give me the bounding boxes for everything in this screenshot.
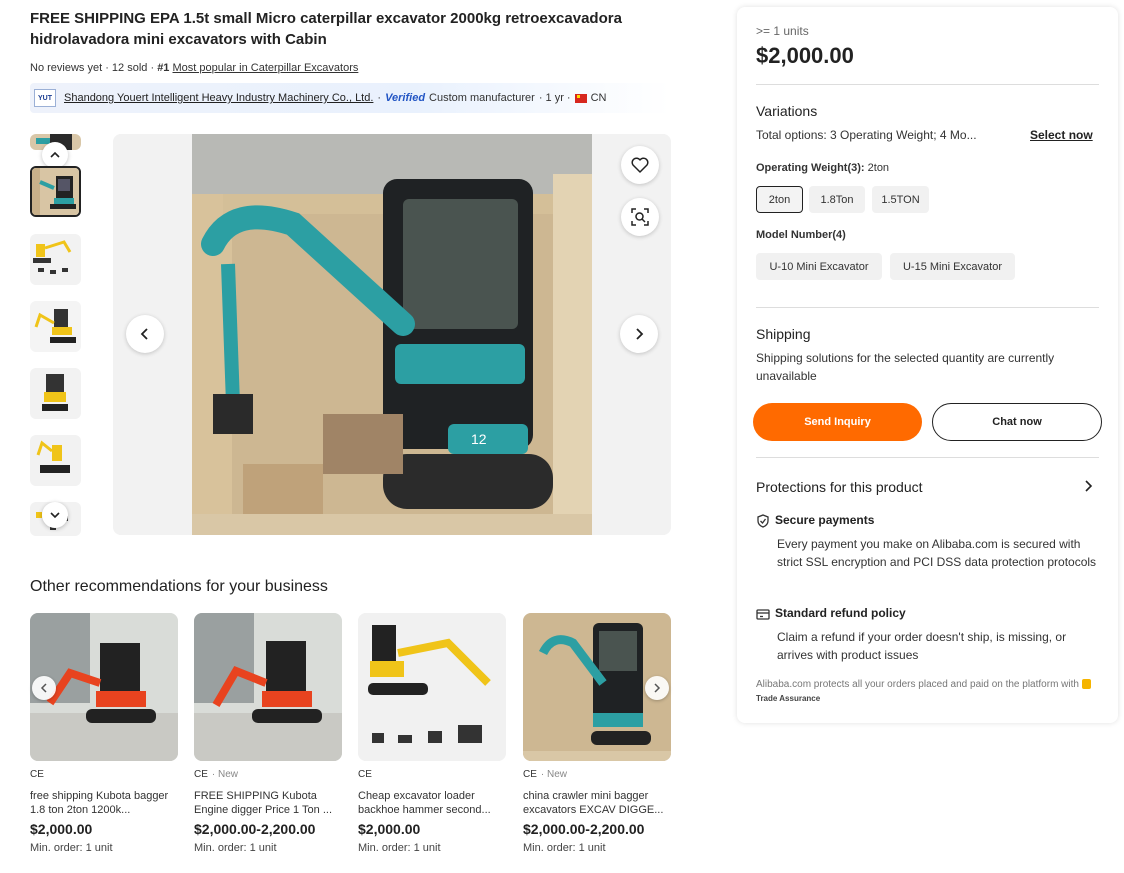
recommendation-card[interactable]: CE free shipping Kubota bagger 1.8 ton 2… [30,613,178,854]
card-price: $2,000.00-2,200.00 [523,821,645,837]
excavator-photo: 12 [113,134,671,535]
new-badge: · New [540,769,568,780]
card-min-order: Min. order: 1 unit [358,842,441,854]
weight-option-1-8ton[interactable]: 1.8Ton [809,186,865,213]
carousel-next-button[interactable] [645,676,669,700]
divider [756,457,1099,458]
rank-badge: #1 [157,62,170,74]
thumbnail-4[interactable] [30,368,81,419]
supplier-country: CN [590,92,607,104]
chevron-left-icon [140,328,148,340]
recommendation-card[interactable]: CE · New FREE SHIPPING Kubota Engine digg… [194,613,342,854]
secure-payments-title: Secure payments [775,513,875,527]
image-search-button[interactable] [621,198,659,236]
purchase-panel: >= 1 units $2,000.00 Variations Total op… [737,7,1118,723]
recommendation-card[interactable]: CE · New china crawler mini bagger excava… [523,613,671,854]
trade-assurance-note: Alibaba.com protects all your orders pla… [756,678,1096,706]
secure-payments-text: Every payment you make on Alibaba.com is… [777,537,1097,569]
svg-text:12: 12 [471,431,487,447]
image-next-button[interactable] [620,315,658,353]
units-label: >= 1 units [756,24,809,38]
favorite-button[interactable] [621,146,659,184]
reviews-text: No reviews yet [30,62,103,74]
shield-icon [757,514,769,528]
refund-policy-text: Claim a refund if your order doesn't shi… [777,630,1067,662]
weight-label-row: Operating Weight(3): 2ton [756,162,889,174]
thumbnail-1[interactable] [30,166,81,217]
card-min-order: Min. order: 1 unit [30,842,113,854]
thumbnail-2[interactable] [30,234,81,285]
recommendation-card[interactable]: CE Cheap excavator loader backhoe hammer… [358,613,506,854]
thumbnail-strip [30,134,82,536]
ce-mark: CE [194,769,208,780]
refund-policy-title: Standard refund policy [775,606,906,620]
card-price: $2,000.00-2,200.00 [194,821,316,837]
chevron-left-icon [40,683,47,693]
ce-mark: CE [523,769,537,780]
card-price: $2,000.00 [358,821,421,837]
thumbnail-up-button[interactable] [42,142,68,168]
product-meta: No reviews yet · 12 sold · #1 Most popul… [30,62,358,74]
supplier-years: · 1 yr · [538,92,571,104]
price: $2,000.00 [756,43,854,68]
trade-assurance-label: Trade Assurance [756,694,821,703]
carousel-prev-button[interactable] [32,676,56,700]
divider [756,84,1099,85]
card-min-order: Min. order: 1 unit [523,842,606,854]
total-options: Total options: 3 Operating Weight; 4 Mo.… [756,128,977,142]
select-now-link[interactable]: Select now [1030,128,1093,142]
new-badge: · New [211,769,239,780]
card-title[interactable]: Cheap excavator loader backhoe hammer se… [358,789,506,817]
image-search-icon [631,208,649,226]
weight-option-2ton[interactable]: 2ton [756,186,803,213]
card-price: $2,000.00 [30,821,93,837]
image-prev-button[interactable] [126,315,164,353]
chevron-right-icon [636,328,644,340]
card-title[interactable]: FREE SHIPPING Kubota Engine digger Price… [194,789,342,817]
refund-icon [756,609,770,620]
heart-icon [631,157,649,173]
ce-mark: CE [30,769,44,780]
model-label: Model Number(4) [756,229,846,241]
separator: · [377,92,382,104]
card-title[interactable]: china crawler mini bagger excavators EXC… [523,789,671,817]
trade-assurance-text: Alibaba.com protects all your orders pla… [756,679,1079,690]
supplier-name-link[interactable]: Shandong Youert Intelligent Heavy Indust… [64,92,373,104]
verified-badge[interactable]: Verified [385,92,425,104]
product-title: FREE SHIPPING EPA 1.5t small Micro cater… [30,10,622,48]
chevron-down-icon [50,512,60,519]
trade-assurance-icon [1081,679,1091,690]
supplier-type: Custom manufacturer [429,92,535,104]
supplier-bar: YUT Shandong Youert Intelligent Heavy In… [30,83,670,113]
card-min-order: Min. order: 1 unit [194,842,277,854]
protections-title[interactable]: Protections for this product [756,479,923,495]
sold-count: · 12 sold · [105,62,155,74]
ce-mark: CE [358,769,372,780]
weight-selected: 2ton [867,162,890,174]
model-option-u10[interactable]: U-10 Mini Excavator [756,253,882,280]
card-title[interactable]: free shipping Kubota bagger 1.8 ton 2ton… [30,789,178,817]
variations-title: Variations [756,103,818,119]
china-flag-icon [574,93,587,103]
chevron-up-icon [50,151,60,158]
send-inquiry-button[interactable]: Send Inquiry [753,403,922,441]
card-image[interactable] [358,613,506,761]
shipping-title: Shipping [756,326,811,342]
weight-option-1-5ton[interactable]: 1.5TON [872,186,929,213]
divider [756,307,1099,308]
card-image[interactable] [194,613,342,761]
model-option-u15[interactable]: U-15 Mini Excavator [890,253,1015,280]
recommendations-title: Other recommendations for your business [30,578,328,595]
shipping-text: Shipping solutions for the selected quan… [756,351,1055,383]
main-product-image[interactable]: 12 [113,134,671,535]
thumbnail-down-button[interactable] [42,502,68,528]
chat-now-button[interactable]: Chat now [932,403,1102,441]
rank-link[interactable]: Most popular in Caterpillar Excavators [173,62,359,74]
thumbnail-5[interactable] [30,435,81,486]
thumbnail-3[interactable] [30,301,81,352]
chevron-right-icon[interactable] [1083,480,1095,492]
supplier-logo[interactable]: YUT [34,89,56,107]
weight-label: Operating Weight(3): [756,162,865,174]
chevron-right-icon [654,683,661,693]
